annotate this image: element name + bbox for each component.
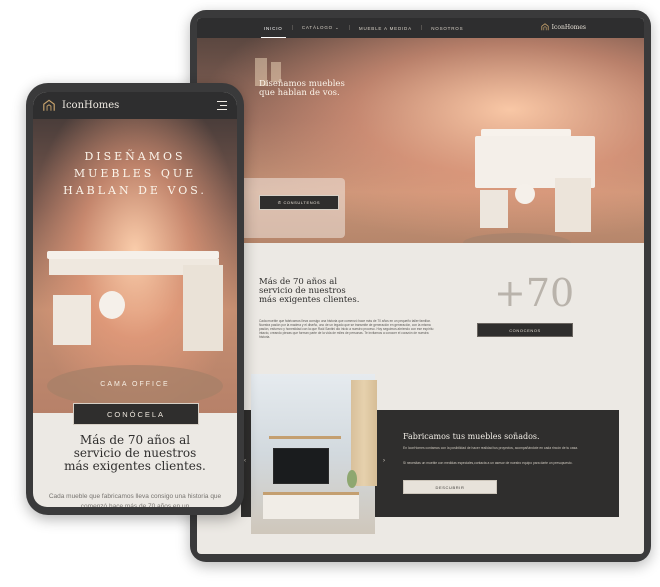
tv-image (273, 448, 329, 484)
logo-text: IconHomes (551, 23, 586, 31)
logo-house-icon (43, 99, 55, 111)
desk-drawer-image (480, 190, 508, 228)
tablet-device: INICIO | CATÁLOGO ⌄ | MUEBLE A MEDIDA | … (190, 10, 651, 562)
made-title: Fabricamos tus muebles soñados. (403, 432, 540, 441)
product-caption: CAMA OFFICE (100, 381, 170, 388)
tablet-logo[interactable]: IconHomes (541, 23, 586, 31)
made-body-2: Si necesitas un mueble con medidas espec… (403, 461, 573, 465)
phone-about-body: Cada mueble que fabricamos lleva consigo… (48, 493, 222, 507)
desk-drawer-image (53, 295, 91, 345)
phone-screen: IconHomes DISEÑAMOS MUEBLES QUE HABLAN D… (33, 92, 237, 507)
shelf-image (269, 436, 341, 439)
bed-mattress-image (47, 251, 219, 259)
about-title: Más de 70 años al servicio de nuestros m… (259, 277, 360, 305)
conocela-button[interactable]: CONÓCELA (73, 403, 199, 425)
nav-item-catalogo[interactable]: CATÁLOGO ⌄ (293, 25, 349, 31)
tablet-navbar: INICIO | CATÁLOGO ⌄ | MUEBLE A MEDIDA | … (197, 18, 644, 38)
made-body: En IconHomes contamos con la posibilidad… (403, 446, 579, 450)
descubrir-button[interactable]: DESCUBRIR (403, 480, 497, 494)
tablet-screen: INICIO | CATÁLOGO ⌄ | MUEBLE A MEDIDA | … (197, 18, 644, 554)
chair-image (515, 184, 535, 204)
about-body: Cada mueble que fabricamos lleva consigo… (259, 319, 434, 339)
phone-logo[interactable]: IconHomes (42, 99, 119, 112)
nav-item-mueble-a-medida[interactable]: MUEBLE A MEDIDA (350, 26, 421, 31)
consultenos-button[interactable]: ✆ CONSULTENOS (259, 195, 339, 210)
logo-house-icon (541, 23, 549, 31)
phone-device: IconHomes DISEÑAMOS MUEBLES QUE HABLAN D… (26, 83, 244, 515)
phone-hero-title: DISEÑAMOS MUEBLES QUE HABLAN DE VOS. (63, 150, 207, 197)
wood-panel-image (351, 380, 377, 486)
chair-image (99, 291, 125, 319)
about-section: Más de 70 años al servicio de nuestros m… (197, 243, 644, 375)
stair-drawer-image (183, 265, 223, 351)
chevron-right-icon[interactable]: › (383, 458, 385, 464)
tv-unit-photo (251, 374, 377, 534)
phone-hero: DISEÑAMOS MUEBLES QUE HABLAN DE VOS. CAM… (33, 119, 237, 425)
years-number: +70 (494, 271, 575, 315)
logo-text: IconHomes (62, 100, 120, 111)
nav-item-inicio[interactable]: INICIO (255, 26, 292, 38)
phone-about-title: Más de 70 años al servicio de nuestros m… (64, 433, 206, 473)
hero-title: Diseñamos muebles que hablan de vos. (259, 79, 345, 98)
chevron-left-icon[interactable]: ‹ (244, 458, 246, 464)
conocenos-button[interactable]: CONOCENOS (477, 323, 573, 337)
hamburger-menu-icon[interactable] (217, 101, 227, 112)
plant-image (347, 470, 357, 488)
phone-header: IconHomes (33, 92, 237, 119)
stair-drawer-image (555, 178, 591, 232)
nav-item-nosotros[interactable]: NOSOTROS (422, 26, 472, 31)
tablet-hero: Diseñamos muebles que hablan de vos. ✆ C… (197, 38, 644, 253)
tv-cabinet-image (263, 492, 359, 519)
